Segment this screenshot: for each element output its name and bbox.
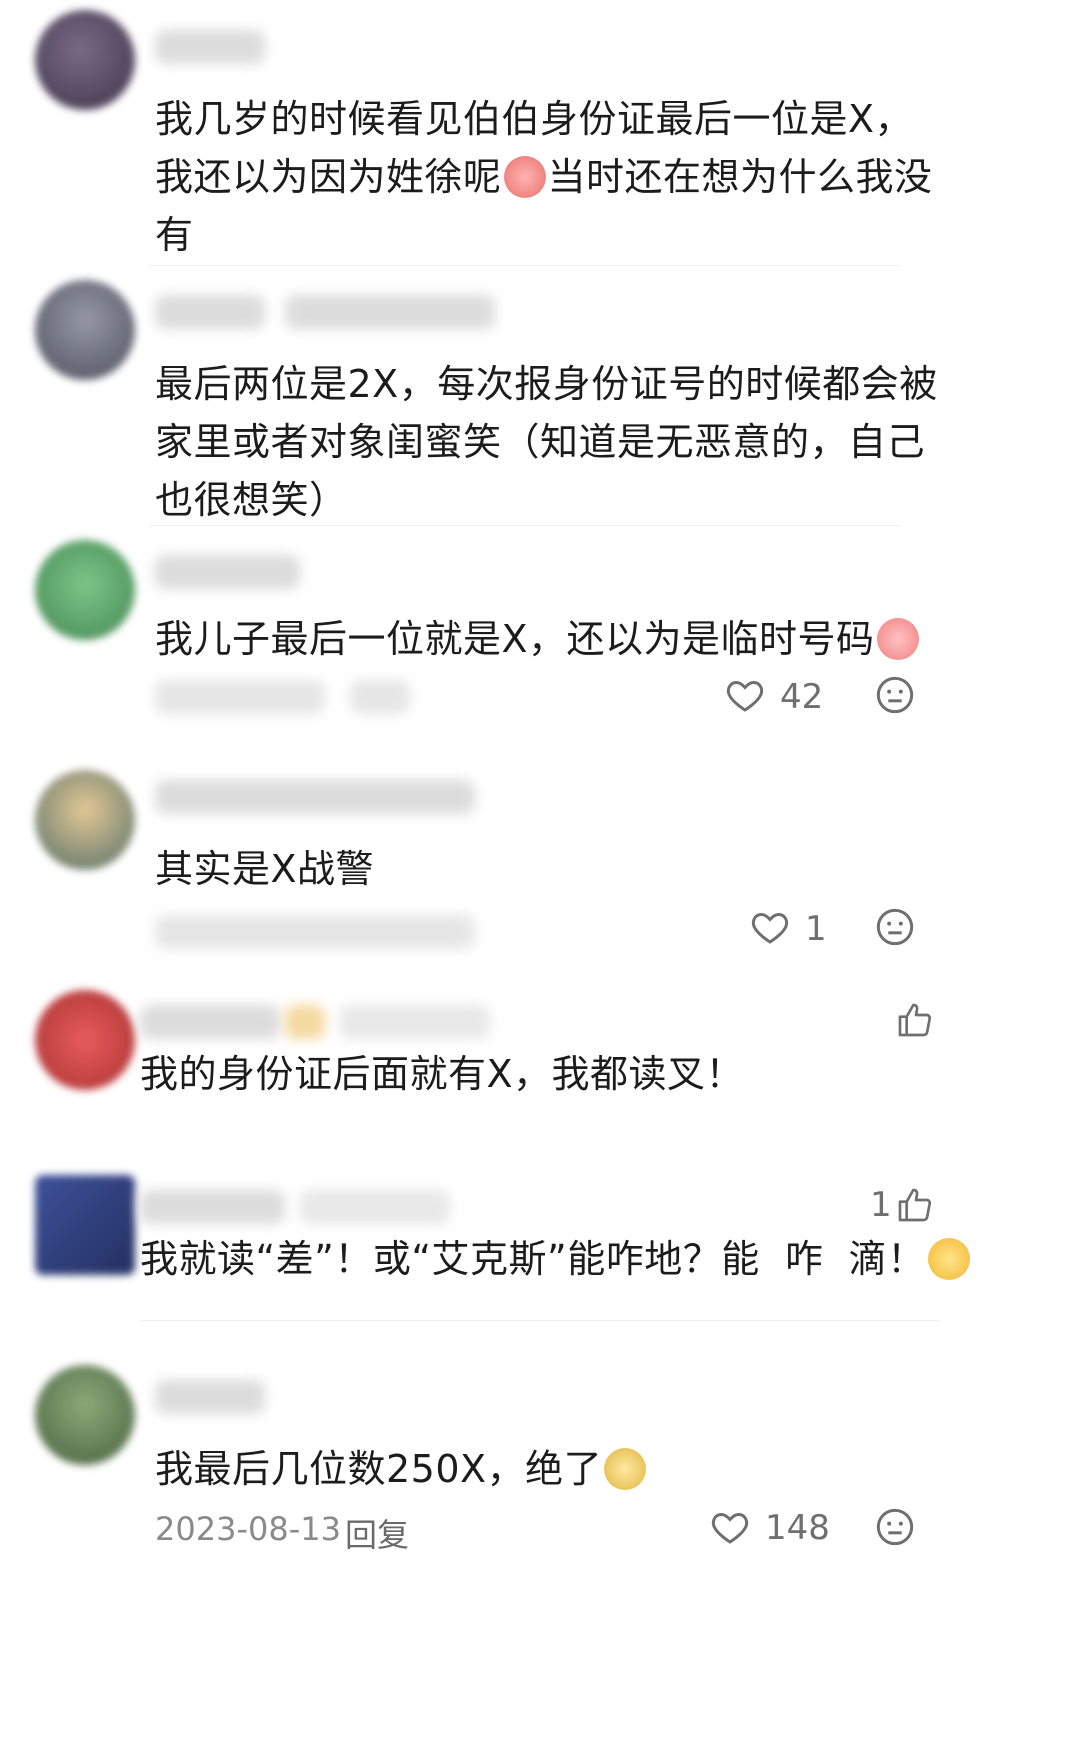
timestamp-blurred xyxy=(155,680,325,714)
comment-text: 我的身份证后面就有X，我都读叉！ xyxy=(140,1052,745,1096)
comment-text: 我儿子最后一位就是X，还以为是临时号码 xyxy=(155,610,1035,668)
username-blurred[interactable] xyxy=(140,1005,280,1039)
avatar[interactable] xyxy=(35,10,135,110)
smirk-face-icon xyxy=(927,1238,970,1280)
dislike-face-icon[interactable] xyxy=(875,675,915,715)
dog-face-icon xyxy=(604,1448,647,1490)
comment-text: 我几岁的时候看见伯伯身份证最后一位是X， 我还以为因为姓徐呢 当时还在想为什么我没… xyxy=(155,97,933,257)
avatar[interactable] xyxy=(35,540,135,640)
heart-icon[interactable] xyxy=(725,675,765,715)
like-count: 148 xyxy=(765,1508,830,1548)
reply-link[interactable]: 回复 xyxy=(345,1510,409,1556)
username-blurred[interactable] xyxy=(155,555,300,589)
location-blurred xyxy=(300,1190,450,1224)
comment-text: 我最后几位数250X，绝了 xyxy=(155,1440,1035,1498)
username-blurred[interactable] xyxy=(140,1190,285,1224)
comment-text: 我就读“差”！或“艾克斯”能咋地？能 咋 滴！ xyxy=(140,1230,1040,1288)
like-count: 1 xyxy=(870,1185,892,1225)
thumbs-up-icon[interactable] xyxy=(895,1185,935,1225)
thumbs-up-icon[interactable] xyxy=(895,1000,935,1040)
user-badge-blurred xyxy=(285,295,495,329)
dislike-face-icon[interactable] xyxy=(875,1507,915,1547)
username-blurred[interactable] xyxy=(155,295,265,329)
comment-text: 最后两位是2X，每次报身份证号的时候都会被 家里或者对象闺蜜笑（知道是无恶意的，… xyxy=(155,362,938,522)
user-badge-blurred xyxy=(285,1005,325,1039)
username-blurred[interactable] xyxy=(155,780,475,814)
timestamp: 2023-08-13 xyxy=(155,1510,341,1548)
avatar[interactable] xyxy=(35,770,135,870)
heart-icon[interactable] xyxy=(750,907,790,947)
avatar[interactable] xyxy=(35,1175,135,1275)
crying-face-icon xyxy=(503,156,546,198)
timestamp-blurred xyxy=(155,915,475,949)
username-blurred[interactable] xyxy=(155,30,265,64)
reply-blurred[interactable] xyxy=(350,680,410,714)
divider xyxy=(150,525,900,526)
comment-text: 其实是X战警 xyxy=(155,847,375,891)
heart-icon[interactable] xyxy=(710,1507,750,1547)
divider xyxy=(140,1320,940,1321)
avatar[interactable] xyxy=(35,1365,135,1465)
location-blurred xyxy=(340,1005,490,1039)
like-count: 1 xyxy=(805,909,827,949)
crying-face-icon xyxy=(876,618,919,660)
like-count: 42 xyxy=(780,677,824,717)
avatar[interactable] xyxy=(35,990,135,1090)
username-blurred[interactable] xyxy=(155,1380,265,1414)
dislike-face-icon[interactable] xyxy=(875,907,915,947)
avatar[interactable] xyxy=(35,280,135,380)
divider xyxy=(150,265,900,266)
